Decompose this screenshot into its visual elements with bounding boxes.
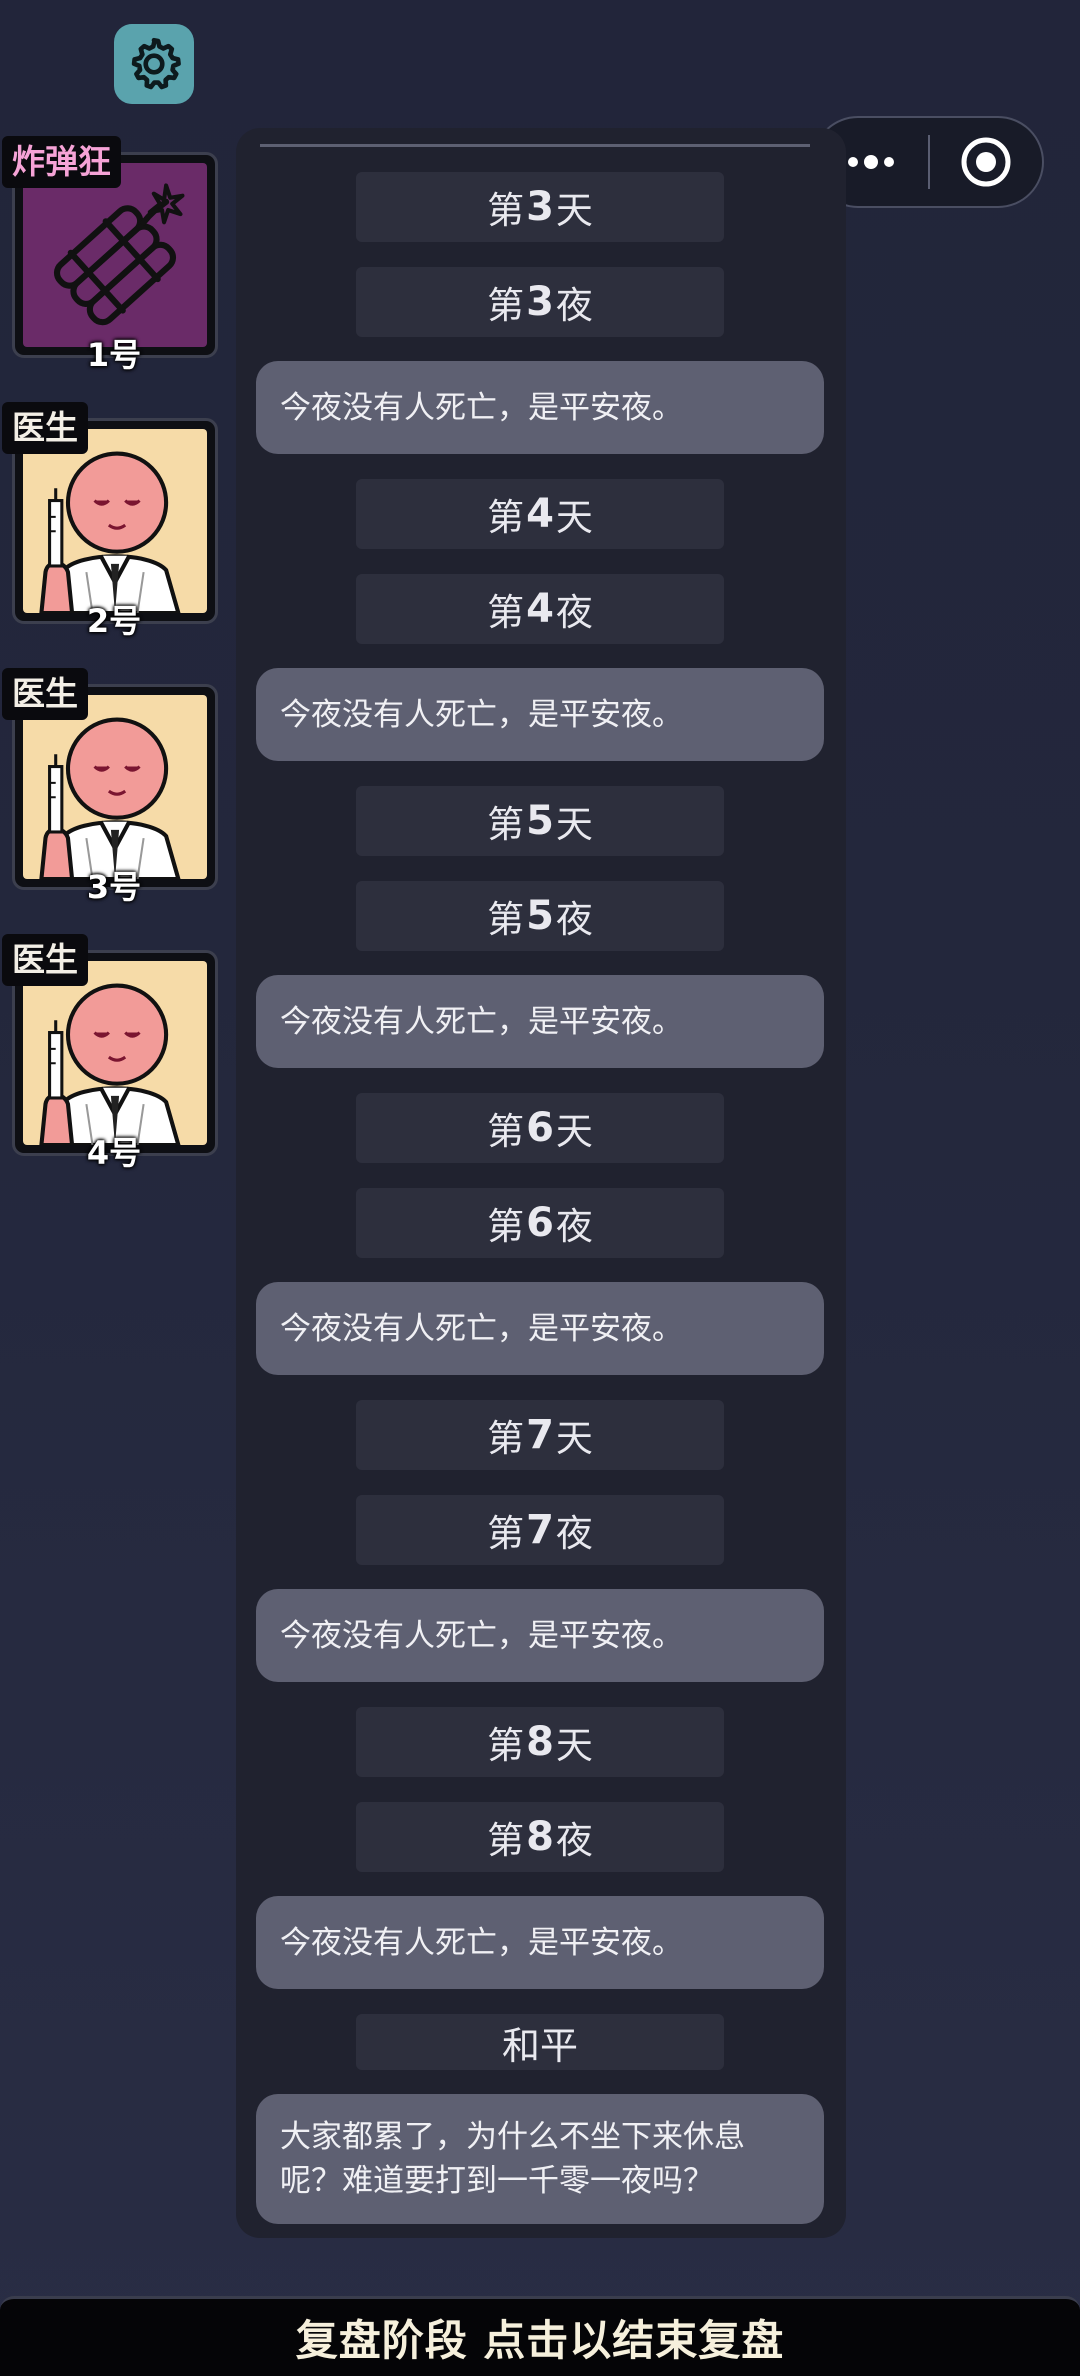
player-number: 4号: [86, 1134, 142, 1172]
doctor-avatar: [23, 429, 207, 613]
log-label-number: 8: [526, 1814, 554, 1860]
log-label-number: 5: [526, 798, 554, 844]
player-card-1[interactable]: 炸弹狂 1号: [2, 136, 220, 374]
log-message: 今夜没有人死亡，是平安夜。: [256, 975, 824, 1068]
player-number: 1号: [86, 336, 142, 374]
log-night-label: 第8夜: [356, 1802, 724, 1872]
settings-button[interactable]: [114, 24, 194, 104]
log-night-label: 第5夜: [356, 881, 724, 951]
log-label-number: 4: [526, 491, 554, 537]
log-message: 今夜没有人死亡，是平安夜。: [256, 1896, 824, 1989]
log-label-prefix: 第: [487, 1512, 525, 1555]
log-label-suffix: 夜: [555, 1512, 593, 1555]
log-label-prefix: 第: [487, 496, 525, 539]
log-label-number: 4: [526, 586, 554, 632]
doctor-avatar: [23, 695, 207, 879]
log-label-suffix: 天: [555, 189, 593, 232]
log-label-suffix: 夜: [555, 591, 593, 634]
log-day-label: 第5天: [356, 786, 724, 856]
log-label-number: 8: [526, 1719, 554, 1765]
player-role-label: 炸弹狂: [2, 136, 121, 188]
log-label-number: 7: [526, 1507, 554, 1553]
log-label-suffix: 夜: [555, 1205, 593, 1248]
player-number: 2号: [86, 602, 142, 640]
dynamite-icon: [23, 163, 207, 347]
log-label-prefix: 第: [487, 898, 525, 941]
log-label-prefix: 第: [487, 1110, 525, 1153]
log-label-number: 6: [526, 1105, 554, 1151]
log-message: 今夜没有人死亡，是平安夜。: [256, 1589, 824, 1682]
final-message-line-2: 呢？难道要打到一千零一夜吗？: [280, 2163, 714, 2199]
log-label-prefix: 第: [487, 284, 525, 327]
log-label-prefix: 第: [487, 1724, 525, 1767]
player-role-label: 医生: [2, 934, 88, 986]
log-day-label: 第8天: [356, 1707, 724, 1777]
end-review-button[interactable]: 复盘阶段 点击以结束复盘: [0, 2296, 1080, 2376]
log-peace-label: 和平: [356, 2014, 724, 2070]
player-art: [23, 163, 207, 347]
player-number: 3号: [86, 868, 142, 906]
player-role-label: 医生: [2, 668, 88, 720]
log-label-prefix: 第: [487, 1819, 525, 1862]
player-role-label: 医生: [2, 402, 88, 454]
log-label-number: 5: [526, 893, 554, 939]
log-label-suffix: 夜: [555, 1819, 593, 1862]
close-mini-program-button[interactable]: [930, 118, 1042, 206]
log-label-suffix: 天: [555, 1417, 593, 1460]
log-final-message: 大家都累了，为什么不坐下来休息 呢？难道要打到一千零一夜吗？: [256, 2094, 824, 2224]
log-label-suffix: 天: [555, 1724, 593, 1767]
log-label-suffix: 天: [555, 1110, 593, 1153]
log-day-label: 第6天: [356, 1093, 724, 1163]
log-scroll-line: [260, 144, 810, 147]
log-day-label: 第3天: [356, 172, 724, 242]
player-card-4[interactable]: 医生 4号: [2, 934, 220, 1172]
log-message: 今夜没有人死亡，是平安夜。: [256, 668, 824, 761]
log-label-number: 3: [526, 184, 554, 230]
player-art: [23, 429, 207, 613]
log-label-prefix: 第: [487, 1417, 525, 1460]
log-day-label: 第7天: [356, 1400, 724, 1470]
player-art: [23, 695, 207, 879]
log-message: 今夜没有人死亡，是平安夜。: [256, 361, 824, 454]
log-message: 今夜没有人死亡，是平安夜。: [256, 1282, 824, 1375]
player-art: [23, 961, 207, 1145]
more-dots-icon: [848, 155, 894, 169]
log-label-prefix: 第: [487, 189, 525, 232]
player-card-2[interactable]: 医生 2号: [2, 402, 220, 640]
log-label-suffix: 天: [555, 496, 593, 539]
log-night-label: 第3夜: [356, 267, 724, 337]
log-night-label: 第7夜: [356, 1495, 724, 1565]
log-label-prefix: 第: [487, 1205, 525, 1248]
log-day-label: 第4天: [356, 479, 724, 549]
log-label-suffix: 夜: [555, 284, 593, 327]
gear-icon: [131, 37, 181, 90]
log-label-prefix: 第: [487, 803, 525, 846]
mini-program-capsule: [812, 116, 1044, 208]
log-label-prefix: 第: [487, 591, 525, 634]
final-message-line-1: 大家都累了，为什么不坐下来休息: [280, 2119, 745, 2155]
log-label-suffix: 天: [555, 803, 593, 846]
log-label-number: 3: [526, 279, 554, 325]
log-label-suffix: 夜: [555, 898, 593, 941]
player-card-3[interactable]: 医生 3号: [2, 668, 220, 906]
log-label-number: 7: [526, 1412, 554, 1458]
log-night-label: 第6夜: [356, 1188, 724, 1258]
doctor-avatar: [23, 961, 207, 1145]
target-circle-icon: [961, 137, 1011, 187]
log-night-label: 第4夜: [356, 574, 724, 644]
log-label-number: 6: [526, 1200, 554, 1246]
